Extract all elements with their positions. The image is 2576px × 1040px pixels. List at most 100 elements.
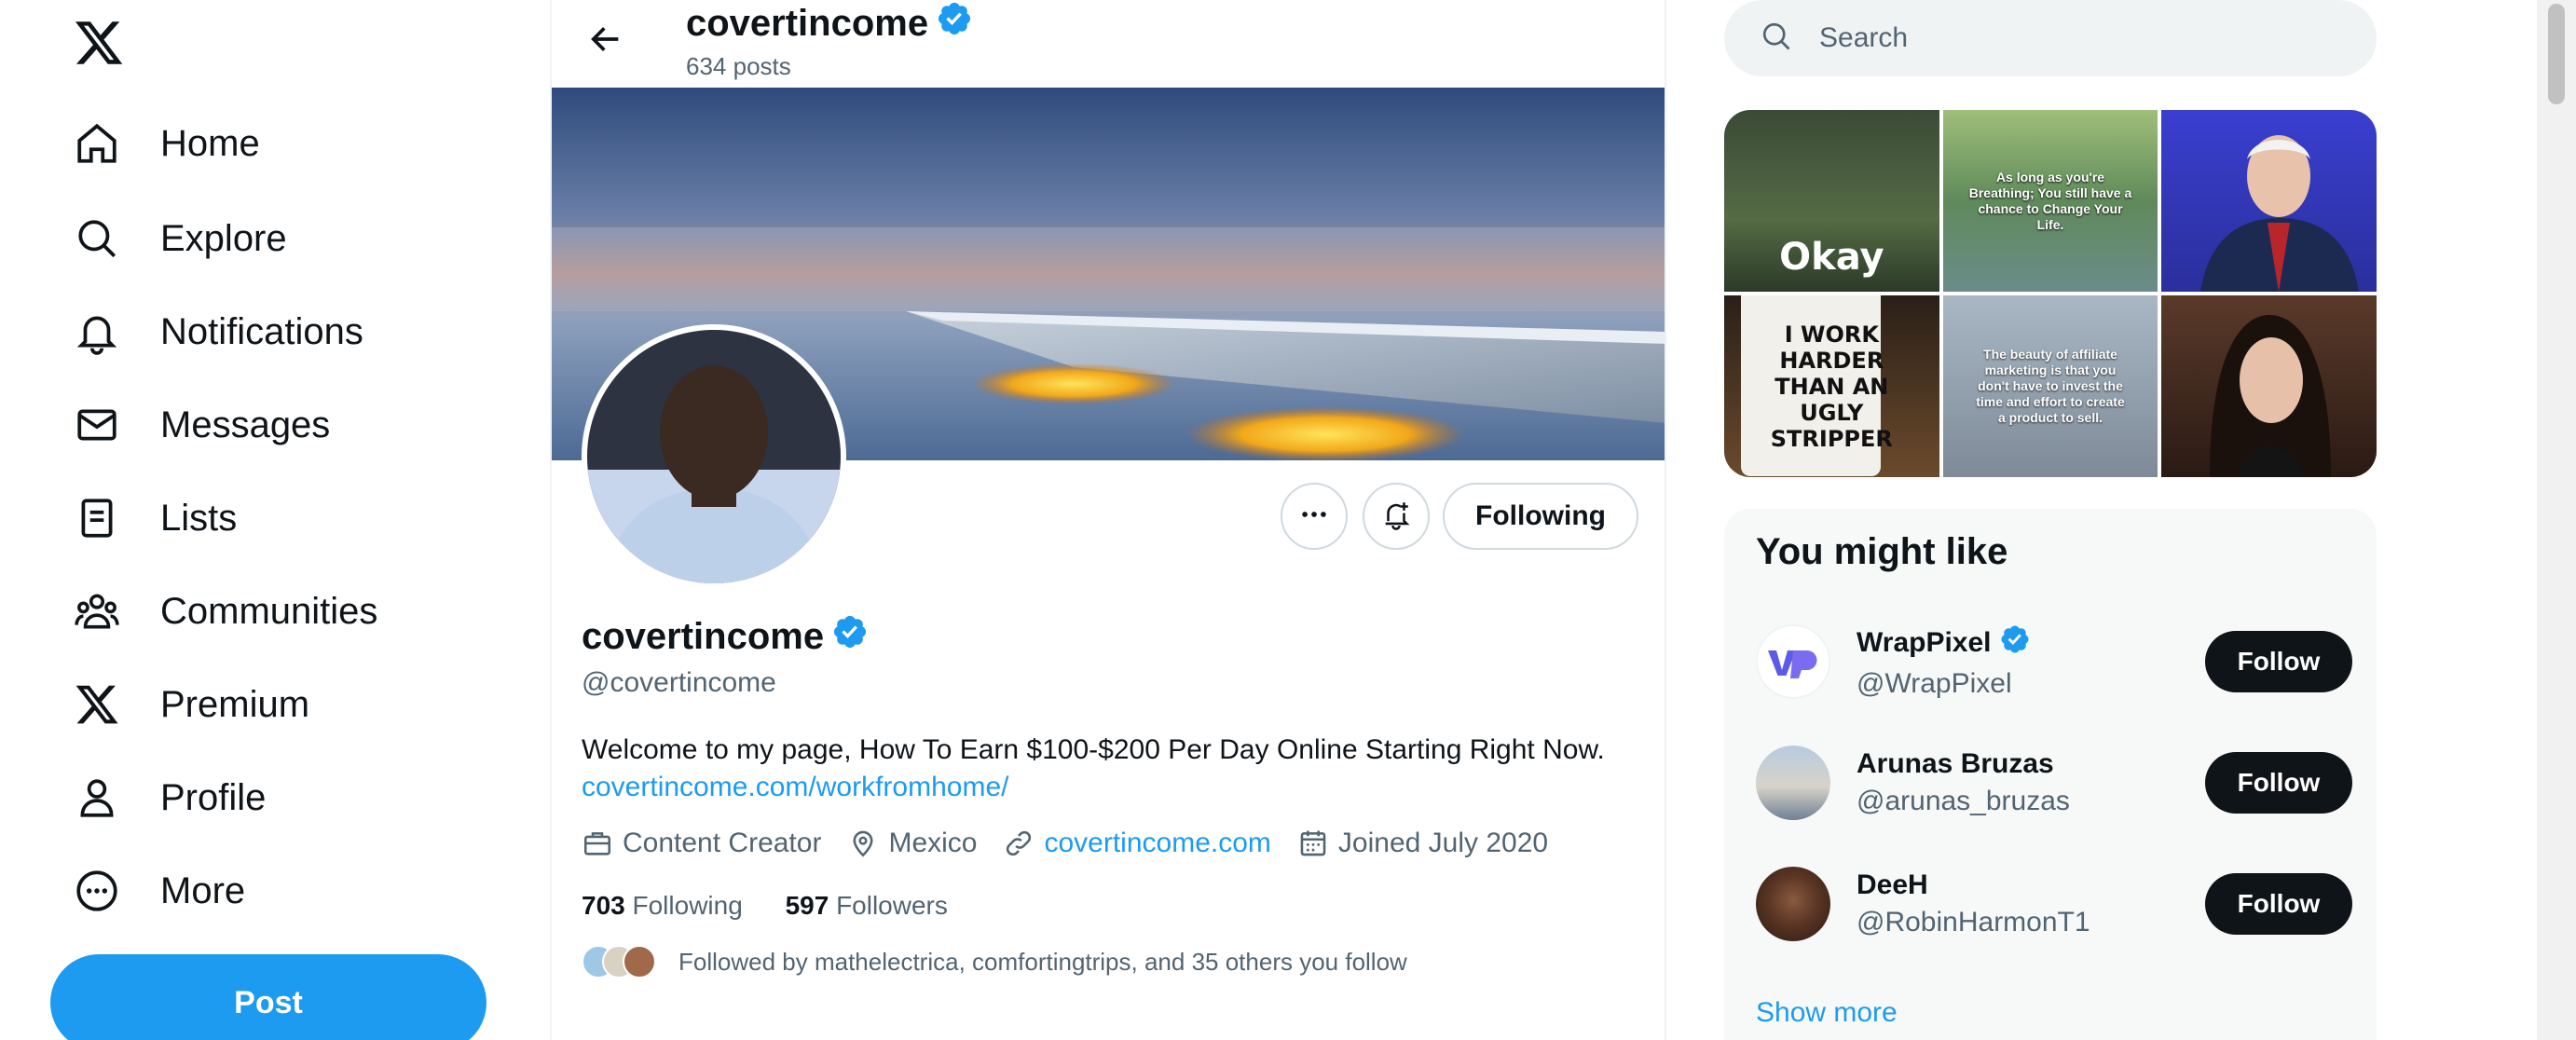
panel-title: You might like	[1756, 531, 2008, 572]
location-pin-icon	[853, 830, 873, 857]
nav-item-home[interactable]: Home	[73, 116, 260, 171]
wrappixel-logo-icon	[1768, 650, 1817, 678]
nav-item-more[interactable]: More	[73, 863, 245, 919]
right-sidebar: Search Okay As long as you're Breathing;…	[1666, 0, 2576, 1040]
media-tile[interactable]: Okay	[1724, 110, 1939, 292]
nav-label-home: Home	[160, 122, 260, 164]
following-count-link[interactable]: 703 Following	[582, 891, 743, 920]
post-button[interactable]: Post	[50, 954, 486, 1040]
profile-avatar[interactable]	[582, 324, 846, 589]
followers-count-link[interactable]: 597 Followers	[786, 891, 948, 920]
bell-icon	[73, 308, 121, 356]
nav-label-premium: Premium	[160, 683, 310, 725]
search-input[interactable]: Search	[1724, 0, 2377, 76]
website-item[interactable]: covertincome.com	[1003, 828, 1271, 859]
follow-counts: 703 Following 597 Followers	[582, 891, 983, 921]
nav-label-lists: Lists	[160, 497, 238, 539]
location-label: Mexico	[888, 828, 978, 858]
suggested-user[interactable]: DeeH @RobinHarmonT1 Follow	[1756, 857, 2352, 951]
avatar	[1756, 746, 1830, 820]
media-tile-image	[2199, 134, 2359, 292]
suggested-user[interactable]: Arunas Bruzas @arunas_bruzas Follow	[1756, 736, 2352, 829]
post-count: 634 posts	[686, 52, 791, 80]
calendar-icon	[1300, 830, 1326, 856]
website-link[interactable]: covertincome.com	[1044, 828, 1270, 859]
notifications-toggle-button[interactable]	[1363, 483, 1430, 550]
nav-item-explore[interactable]: Explore	[73, 211, 287, 267]
envelope-icon	[73, 401, 121, 449]
nav-item-profile[interactable]: Profile	[73, 770, 266, 826]
nav-item-messages[interactable]: Messages	[73, 397, 330, 453]
nav-item-lists[interactable]: Lists	[73, 490, 237, 546]
nav-label-more: More	[160, 869, 246, 911]
more-options-button[interactable]	[1281, 483, 1348, 550]
media-tile[interactable]	[2161, 295, 2377, 477]
header-name: covertincome	[686, 2, 929, 44]
user-name: DeeH	[1857, 869, 1928, 900]
people-icon	[73, 587, 121, 636]
list-icon	[73, 494, 121, 542]
search-icon	[73, 214, 121, 263]
who-to-follow-panel: You might like WrapPixel @WrapPixel Foll…	[1724, 509, 2377, 1040]
follow-button[interactable]: Follow	[2205, 873, 2352, 935]
link-icon	[1007, 830, 1032, 856]
nav-label-communities: Communities	[160, 590, 378, 632]
x-logo-icon	[73, 680, 121, 729]
media-tile[interactable]	[2161, 110, 2377, 292]
media-tile-caption: Okay	[1779, 236, 1884, 279]
user-name: WrapPixel	[1857, 627, 1992, 658]
scrollbar-thumb[interactable]	[2548, 4, 2565, 104]
media-tile-caption: I WORK HARDER THAN AN UGLY STRIPPER	[1770, 321, 1893, 452]
header-title: covertincome	[686, 0, 973, 47]
nav-label-notifications: Notifications	[160, 310, 363, 352]
suggested-user[interactable]: WrapPixel @WrapPixel Follow	[1756, 615, 2352, 708]
show-more-link[interactable]: Show more	[1756, 997, 1898, 1029]
avatar	[623, 945, 656, 978]
follow-button[interactable]: Follow	[2205, 752, 2352, 814]
nav-item-communities[interactable]: Communities	[73, 583, 377, 639]
media-tile-image	[2209, 314, 2331, 477]
profile-column: covertincome 634 posts Following coverti…	[550, 0, 1666, 1040]
media-tile[interactable]: As long as you're Breathing; You still h…	[1942, 110, 2158, 292]
nav-label-explore: Explore	[160, 217, 287, 259]
page-scrollbar[interactable]	[2537, 0, 2576, 1040]
followed-by-text: Followed by mathelectrica, comfortingtri…	[678, 947, 1407, 976]
nav-label-profile: Profile	[160, 776, 267, 818]
nav-item-notifications[interactable]: Notifications	[73, 304, 363, 360]
person-icon	[73, 773, 121, 822]
verified-badge-icon[interactable]	[831, 613, 869, 660]
category-item: Content Creator	[582, 828, 821, 859]
joined-label: Joined July 2020	[1337, 828, 1549, 858]
media-grid: Okay As long as you're Breathing; You st…	[1724, 110, 2377, 477]
nav-item-premium[interactable]: Premium	[73, 677, 309, 732]
category-label: Content Creator	[623, 828, 822, 858]
joined-item: Joined July 2020	[1297, 828, 1548, 859]
user-handle: @RobinHarmonT1	[1857, 907, 2090, 937]
follow-button[interactable]: Follow	[2205, 631, 2352, 692]
user-handle: @arunas_bruzas	[1857, 786, 2070, 816]
profile-meta: Content Creator Mexico covertincome.com …	[582, 828, 1574, 859]
user-name: Arunas Bruzas	[1857, 748, 2054, 779]
back-arrow-icon[interactable]	[580, 13, 632, 65]
home-icon	[73, 119, 121, 168]
avatar	[1756, 867, 1830, 941]
followers-count: 597	[785, 891, 829, 920]
bio-link[interactable]: covertincome.com/workfromhome/	[582, 772, 1008, 803]
nav-label-messages: Messages	[160, 404, 331, 445]
media-tile[interactable]: The beauty of affiliate marketing is tha…	[1942, 295, 2158, 477]
media-tile[interactable]: I WORK HARDER THAN AN UGLY STRIPPER	[1724, 295, 1939, 477]
profile-display-name: covertincome	[582, 615, 825, 657]
followed-by-row[interactable]: Followed by mathelectrica, comfortingtri…	[582, 945, 1407, 978]
left-navigation: Home Explore Notifications Messages List…	[0, 0, 550, 1040]
more-circle-icon	[73, 867, 121, 915]
followers-count-label: Followers	[836, 891, 948, 920]
ellipsis-icon	[1298, 499, 1330, 535]
briefcase-icon	[583, 832, 611, 855]
x-logo-icon[interactable]	[73, 17, 125, 69]
profile-bio: Welcome to my page, How To Earn $100-$20…	[582, 734, 1605, 765]
verified-badge-icon	[1999, 623, 2031, 663]
following-button[interactable]: Following	[1443, 483, 1638, 550]
media-tile-caption: The beauty of affiliate marketing is tha…	[1976, 347, 2125, 425]
search-placeholder: Search	[1819, 22, 1909, 53]
search-icon	[1760, 20, 1793, 58]
